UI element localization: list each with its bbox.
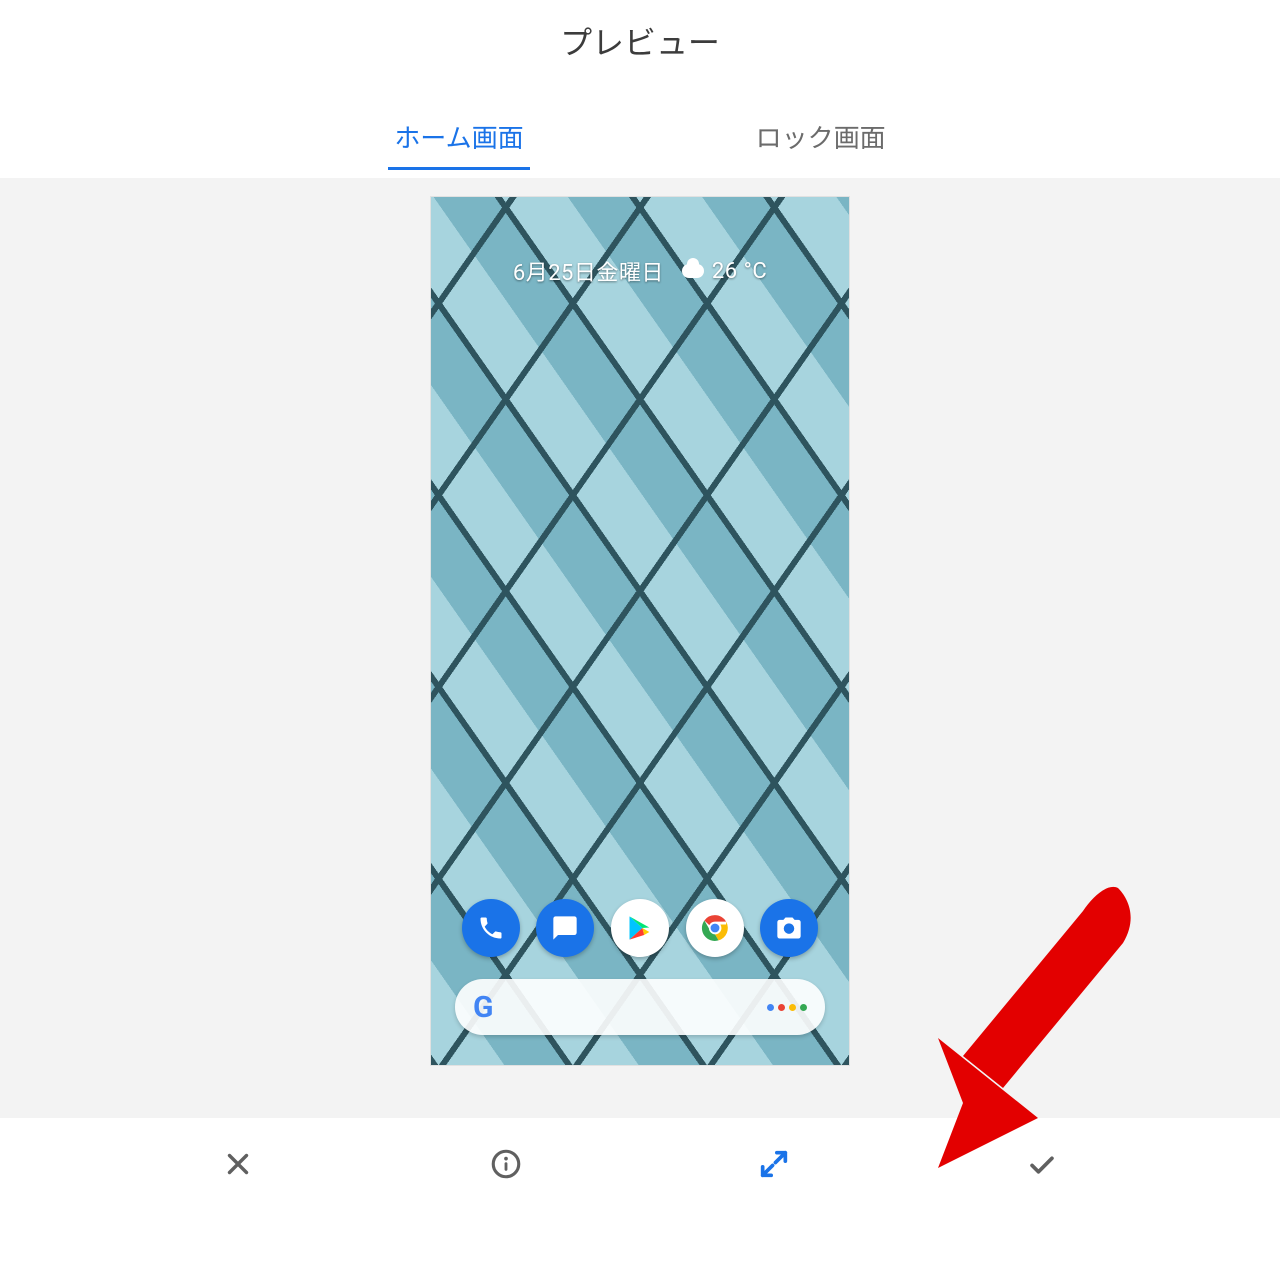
tab-home-screen[interactable]: ホーム画面 — [388, 118, 529, 170]
camera-app-icon — [760, 899, 818, 957]
assistant-icon — [767, 1004, 807, 1011]
at-a-glance-row: 6月25日金曜日 26 °C — [431, 255, 849, 287]
close-icon — [221, 1147, 255, 1181]
phone-app-icon — [462, 899, 520, 957]
info-button[interactable] — [476, 1134, 536, 1194]
fullscreen-icon — [757, 1147, 791, 1181]
info-icon — [489, 1147, 523, 1181]
temperature-label: 26 °C — [712, 259, 767, 284]
page-title: プレビュー — [0, 0, 1280, 64]
google-search-bar: G — [455, 979, 825, 1035]
preview-tabs: ホーム画面 ロック画面 — [0, 118, 1280, 170]
app-dock — [431, 899, 849, 957]
play-store-app-icon — [611, 899, 669, 957]
close-button[interactable] — [208, 1134, 268, 1194]
home-screen-preview[interactable]: 6月25日金曜日 26 °C — [430, 196, 850, 1066]
tab-lock-screen[interactable]: ロック画面 — [750, 118, 892, 170]
confirm-button[interactable] — [1012, 1134, 1072, 1194]
messages-app-icon — [536, 899, 594, 957]
check-icon — [1025, 1147, 1059, 1181]
date-label: 6月25日金曜日 — [513, 255, 664, 287]
preview-area: 6月25日金曜日 26 °C — [0, 178, 1280, 1118]
google-logo-icon: G — [473, 990, 493, 1025]
fullscreen-button[interactable] — [744, 1134, 804, 1194]
chrome-app-icon — [686, 899, 744, 957]
weather-cloud-icon — [682, 264, 704, 278]
bottom-action-bar — [0, 1118, 1280, 1194]
